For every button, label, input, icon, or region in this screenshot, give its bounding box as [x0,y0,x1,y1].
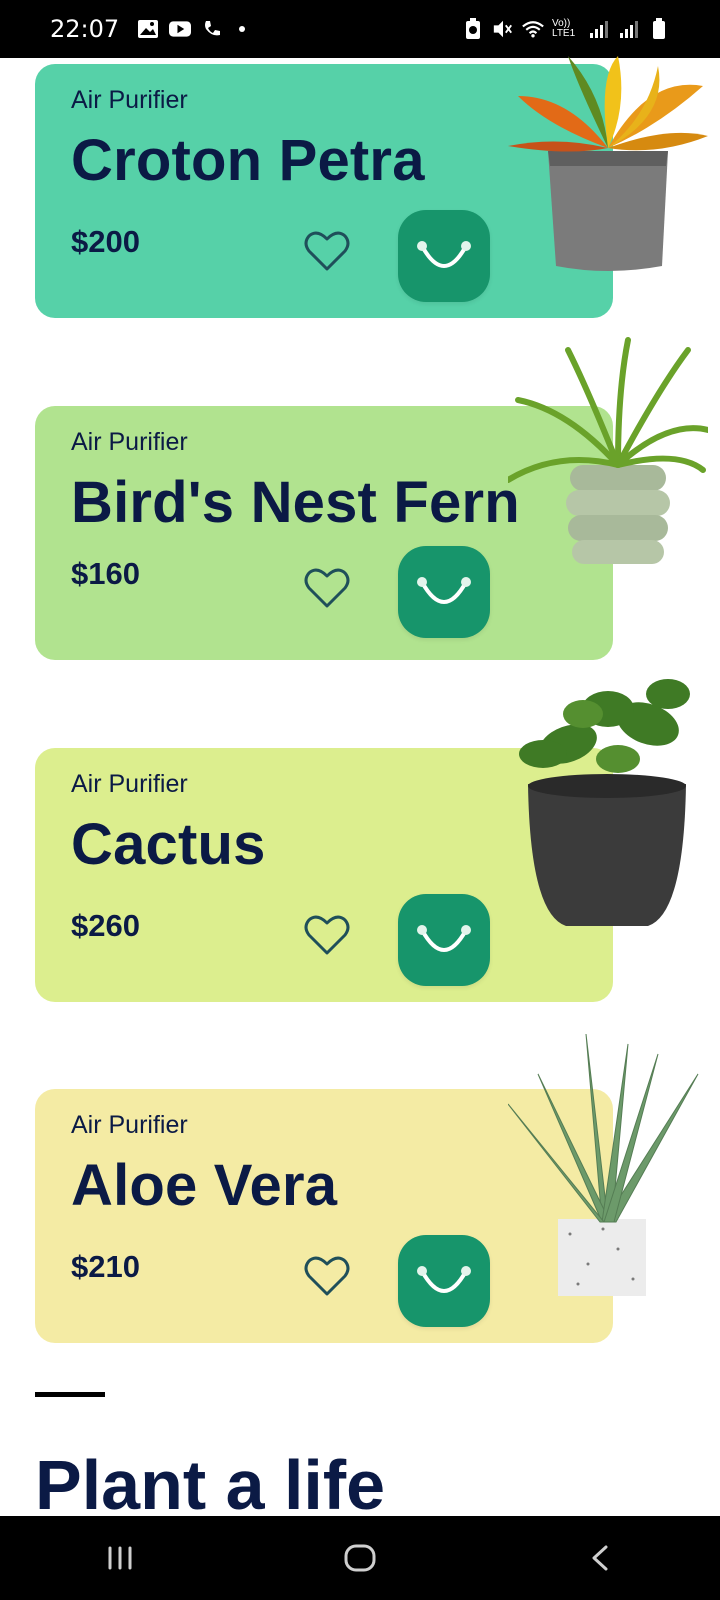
notification-dot-icon [239,26,246,32]
shopping-bag-icon [417,577,471,604]
product-name: Bird's Nest Fern [71,470,520,535]
product-name: Aloe Vera [71,1153,338,1218]
cactus-plant-image [508,674,708,936]
add-to-cart-button[interactable] [398,1235,490,1327]
heart-icon[interactable] [303,913,351,957]
product-category: Air Purifier [71,428,188,456]
shopping-bag-icon [417,1266,471,1293]
gallery-icon [137,18,159,40]
mute-icon [492,18,514,40]
heart-icon[interactable] [303,1254,351,1298]
add-to-cart-button[interactable] [398,210,490,302]
product-price: $260 [71,908,140,943]
product-price: $210 [71,1249,140,1284]
wifi-icon [522,18,544,40]
status-right: Vo)) LTE1 [462,18,670,40]
shopping-bag-icon [417,241,471,268]
phone-icon [201,18,223,40]
product-name: Croton Petra [71,128,425,193]
fern-plant-image [505,330,711,570]
status-bar: 22:07 Vo)) LTE1 [0,0,720,58]
shopping-bag-icon [417,925,471,952]
product-category: Air Purifier [71,770,188,798]
signal-1-icon [588,18,610,40]
product-price: $160 [71,556,140,591]
product-category: Air Purifier [71,86,188,114]
status-time: 22:07 [50,15,120,43]
status-left: 22:07 [50,15,246,43]
product-price: $200 [71,224,140,259]
battery-saver-icon [462,18,484,40]
croton-plant-image [508,56,708,274]
add-to-cart-button[interactable] [398,546,490,638]
add-to-cart-button[interactable] [398,894,490,986]
heart-icon[interactable] [303,566,351,610]
system-nav-bar [0,1516,720,1600]
network-label: Vo)) LTE1 [552,18,576,39]
home-icon[interactable] [330,1528,390,1588]
back-icon[interactable] [570,1528,630,1588]
heart-icon[interactable] [303,229,351,273]
section-title: Plant a life [35,1446,386,1524]
aloe-plant-image [507,1033,708,1296]
section-divider [35,1392,105,1397]
product-category: Air Purifier [71,1111,188,1139]
youtube-icon [169,18,192,40]
battery-icon [648,18,670,40]
signal-2-icon [618,18,640,40]
recents-icon[interactable] [90,1528,150,1588]
product-name: Cactus [71,812,266,877]
